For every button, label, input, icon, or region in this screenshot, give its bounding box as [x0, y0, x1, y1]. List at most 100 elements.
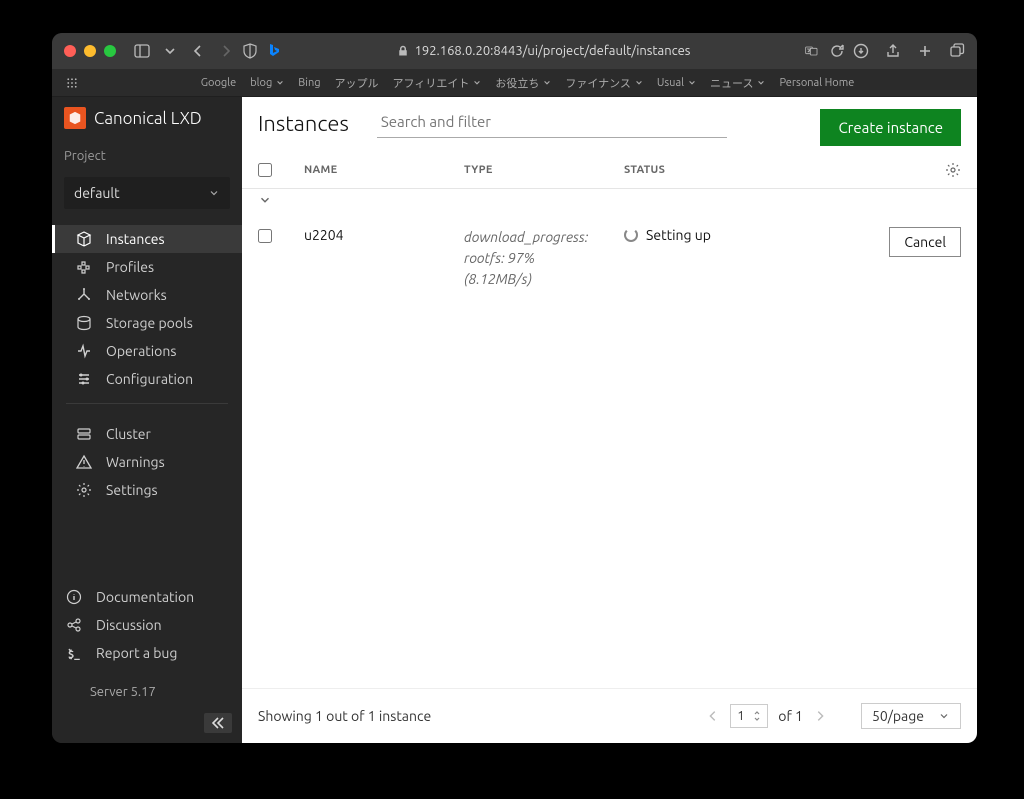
instance-name[interactable]: u2204 — [304, 227, 464, 243]
chevron-down-icon — [938, 710, 950, 722]
instance-status: Setting up — [624, 227, 804, 243]
new-tab-icon[interactable] — [917, 43, 933, 59]
sidebar-item-storage[interactable]: Storage pools — [52, 309, 242, 337]
bookmark-アフィリエイト[interactable]: アフィリエイト — [393, 75, 482, 91]
cluster-icon — [76, 426, 92, 442]
table-header: NAME TYPE STATUS — [242, 146, 977, 189]
storage-icon — [76, 315, 92, 331]
sidebar-item-networks[interactable]: Networks — [52, 281, 242, 309]
chevron-down-icon — [688, 79, 696, 87]
sidebar-item-instances[interactable]: Instances — [52, 225, 242, 253]
chevron-down-icon — [276, 79, 284, 87]
sidebar-item-label: Configuration — [106, 371, 193, 387]
collapse-sidebar-button[interactable] — [204, 713, 232, 733]
pager-page-input[interactable]: 1 — [730, 704, 768, 728]
window-controls — [64, 45, 116, 57]
shield-icon[interactable] — [242, 43, 258, 59]
sidebar-item-documentation[interactable]: Documentation — [52, 583, 242, 611]
spinner-icon — [624, 228, 638, 242]
expand-all-chevron[interactable] — [258, 193, 272, 207]
sidebar-item-warnings[interactable]: Warnings — [52, 448, 242, 476]
sidebar-item-label: Documentation — [96, 589, 194, 605]
maximize-window[interactable] — [104, 45, 116, 57]
per-page-select[interactable]: 50/page — [861, 703, 961, 729]
main-panel: Instances Create instance NAME TYPE STAT… — [242, 97, 977, 743]
chevron-down-icon[interactable] — [162, 43, 178, 59]
sidebar-item-settings[interactable]: Settings — [52, 476, 242, 504]
chevron-down-icon — [635, 79, 643, 87]
chevron-down-icon — [543, 79, 551, 87]
bookmark-アップル[interactable]: アップル — [335, 75, 379, 91]
pager-prev[interactable] — [706, 709, 720, 723]
sidebar-item-discussion[interactable]: Discussion — [52, 611, 242, 639]
sidebar-item-label: Report a bug — [96, 645, 177, 661]
chevrons-left-icon — [210, 717, 226, 729]
apps-grid-icon[interactable] — [66, 77, 78, 89]
pager-of-label: of 1 — [778, 708, 803, 724]
create-instance-button[interactable]: Create instance — [820, 109, 961, 146]
svg-text:$_: $_ — [68, 649, 80, 661]
bookmark-ファイナンス[interactable]: ファイナンス — [565, 75, 643, 91]
lxd-logo-icon — [64, 107, 86, 129]
column-name: NAME — [304, 164, 464, 176]
bookmark-blog[interactable]: blog — [250, 77, 284, 89]
sidebar-item-label: Instances — [106, 231, 165, 247]
sidebar-item-label: Discussion — [96, 617, 162, 633]
select-all-checkbox[interactable] — [258, 163, 272, 177]
sidebar: Canonical LXD Project default Instances P… — [52, 97, 242, 743]
brand[interactable]: Canonical LXD — [52, 97, 242, 137]
download-icon[interactable] — [853, 43, 869, 59]
column-type: TYPE — [464, 164, 624, 176]
instance-type: download_progress: rootfs: 97% (8.12MB/s… — [464, 227, 624, 290]
networks-icon — [76, 287, 92, 303]
sidebar-item-label: Cluster — [106, 426, 151, 442]
project-select[interactable]: default — [64, 177, 230, 209]
row-checkbox[interactable] — [258, 229, 272, 243]
tabs-icon[interactable] — [949, 43, 965, 59]
project-label: Project — [52, 137, 242, 171]
sidebar-item-configuration[interactable]: Configuration — [52, 365, 242, 393]
sidebar-item-cluster[interactable]: Cluster — [52, 420, 242, 448]
page-title: Instances — [258, 109, 349, 136]
sidebar-item-reportbug[interactable]: $_ Report a bug — [52, 639, 242, 667]
sidebar-item-label: Storage pools — [106, 315, 193, 331]
pager-next[interactable] — [813, 709, 827, 723]
sidebar-item-label: Operations — [106, 343, 176, 359]
search-input[interactable] — [381, 113, 723, 130]
cancel-button[interactable]: Cancel — [889, 227, 961, 257]
bookmark-personal home[interactable]: Personal Home — [779, 77, 854, 89]
url-text[interactable]: 192.168.0.20:8443/ui/project/default/ins… — [415, 44, 691, 58]
forward-icon[interactable] — [218, 43, 234, 59]
bookmark-お役立ち[interactable]: お役立ち — [495, 75, 551, 91]
sidebar-item-profiles[interactable]: Profiles — [52, 253, 242, 281]
share-icon[interactable] — [885, 43, 901, 59]
close-window[interactable] — [64, 45, 76, 57]
back-icon[interactable] — [190, 43, 206, 59]
chevron-down-icon — [208, 187, 220, 199]
gear-icon[interactable] — [945, 162, 961, 178]
reportbug-icon: $_ — [66, 645, 82, 661]
bookmark-google[interactable]: Google — [201, 77, 236, 89]
bookmark-ニュース[interactable]: ニュース — [710, 75, 765, 91]
chevron-down-icon — [473, 79, 481, 87]
bookmark-usual[interactable]: Usual — [657, 77, 696, 89]
sidebar-item-label: Networks — [106, 287, 167, 303]
documentation-icon — [66, 589, 82, 605]
table-row: u2204 download_progress: rootfs: 97% (8.… — [242, 217, 977, 300]
warnings-icon — [76, 454, 92, 470]
settings-icon — [76, 482, 92, 498]
stepper-icon — [753, 710, 761, 722]
reload-icon[interactable] — [829, 43, 845, 59]
brand-text: Canonical LXD — [94, 109, 202, 128]
sidebar-toggle-icon[interactable] — [134, 43, 150, 59]
bookmark-bing[interactable]: Bing — [298, 77, 320, 89]
footer-summary: Showing 1 out of 1 instance — [258, 708, 431, 724]
minimize-window[interactable] — [84, 45, 96, 57]
sidebar-item-operations[interactable]: Operations — [52, 337, 242, 365]
translate-icon[interactable] — [805, 43, 821, 59]
chevron-down-icon — [757, 79, 765, 87]
bookmark-bar: Google blog Bing アップルアフィリエイトお役立ちファイナンス Usual… — [52, 69, 977, 97]
bing-icon[interactable] — [266, 43, 282, 59]
sidebar-item-label: Warnings — [106, 454, 165, 470]
configuration-icon — [76, 371, 92, 387]
